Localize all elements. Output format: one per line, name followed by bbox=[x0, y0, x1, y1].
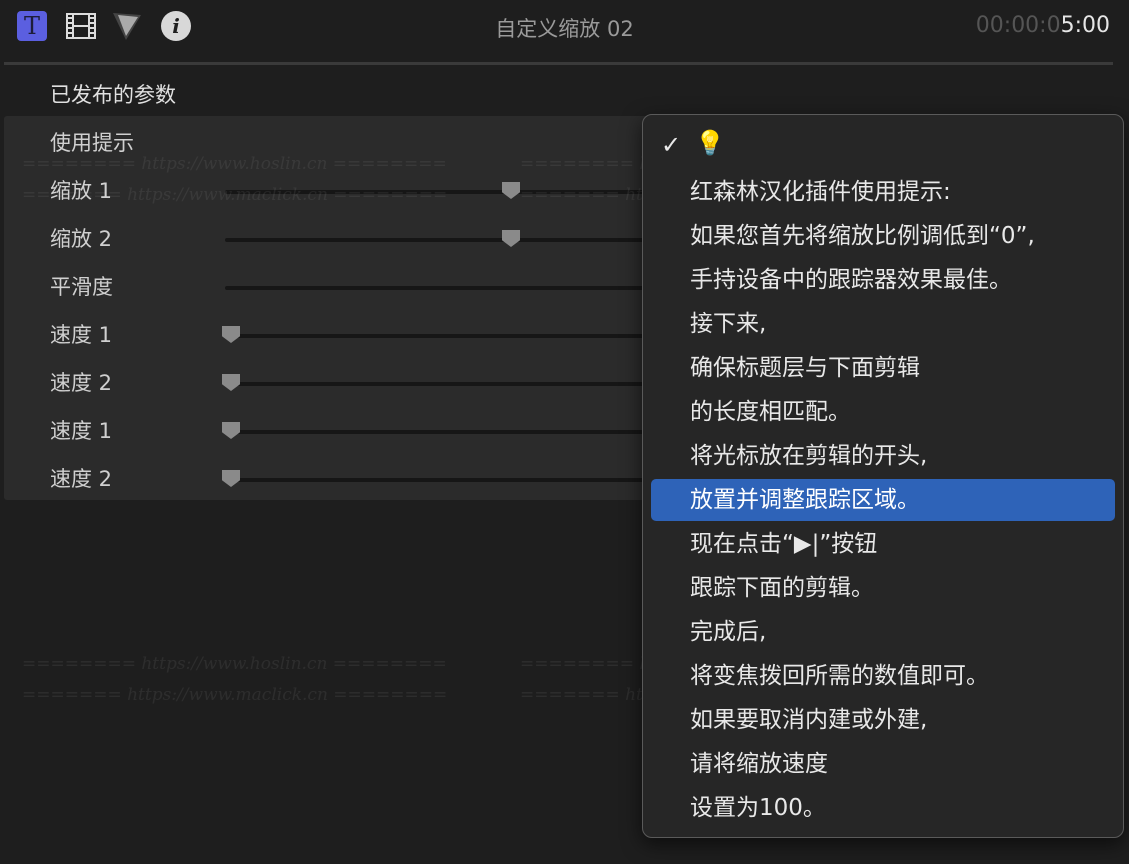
menu-item[interactable]: 确保标题层与下面剪辑 bbox=[651, 347, 1115, 389]
checkmark-icon: ✓ bbox=[661, 131, 682, 159]
param-label: 缩放 2 bbox=[50, 227, 113, 251]
param-slider[interactable] bbox=[222, 326, 665, 343]
menu-item[interactable]: 的长度相匹配。 bbox=[651, 391, 1115, 433]
menu-item[interactable]: 红森林汉化插件使用提示: bbox=[651, 171, 1115, 213]
hint-popup-menu: ✓ 💡 红森林汉化插件使用提示: 如果您首先将缩放比例调低到“0”, 手持设备中的跟… bbox=[642, 114, 1124, 838]
toolbar: T i 自定义缩放 02 00:00:05:00 bbox=[0, 0, 1129, 56]
watermark: ======== https://www.hoslin.cn ======== bbox=[22, 654, 447, 674]
menu-item[interactable]: 手持设备中的跟踪器效果最佳。 bbox=[651, 259, 1115, 301]
clip-title: 自定义缩放 02 bbox=[495, 17, 634, 41]
menu-item[interactable]: 现在点击“▶|”按钮 bbox=[651, 523, 1115, 565]
param-slider[interactable] bbox=[222, 374, 665, 391]
param-slider[interactable] bbox=[222, 470, 665, 487]
menu-item[interactable]: 接下来, bbox=[651, 303, 1115, 345]
menu-item[interactable]: 将变焦拨回所需的数值即可。 bbox=[651, 655, 1115, 697]
menu-item[interactable]: 跟踪下面的剪辑。 bbox=[651, 567, 1115, 609]
param-label: 平滑度 bbox=[50, 275, 113, 299]
divider bbox=[4, 62, 1113, 65]
lightbulb-icon[interactable]: 💡 bbox=[695, 129, 725, 157]
param-label: 使用提示 bbox=[50, 131, 134, 155]
param-slider[interactable] bbox=[225, 230, 665, 247]
timecode: 00:00:05:00 bbox=[975, 13, 1110, 38]
watermark: ======== https://www.hoslin.cn ======== bbox=[22, 154, 447, 174]
menu-item[interactable]: 完成后, bbox=[651, 611, 1115, 653]
menu-item[interactable]: 如果您首先将缩放比例调低到“0”, bbox=[651, 215, 1115, 257]
menu-item[interactable]: 设置为100。 bbox=[651, 787, 1115, 829]
param-label: 速度 1 bbox=[50, 323, 113, 347]
menu-item[interactable]: 放置并调整跟踪区域。 bbox=[651, 479, 1115, 521]
watermark: ======= https://www.maclick.cn ======== bbox=[22, 685, 448, 705]
menu-item[interactable]: 如果要取消内建或外建, bbox=[651, 699, 1115, 741]
param-slider[interactable] bbox=[222, 422, 665, 439]
param-label: 速度 2 bbox=[50, 371, 113, 395]
param-label: 速度 2 bbox=[50, 467, 113, 491]
section-title: 已发布的参数 bbox=[50, 83, 176, 107]
param-slider[interactable] bbox=[225, 286, 665, 290]
param-label: 速度 1 bbox=[50, 419, 113, 443]
menu-item[interactable]: 请将缩放速度 bbox=[651, 743, 1115, 785]
menu-item[interactable]: 将光标放在剪辑的开头, bbox=[651, 435, 1115, 477]
watermark: ======= https://www.maclick.cn ======== bbox=[22, 185, 448, 205]
